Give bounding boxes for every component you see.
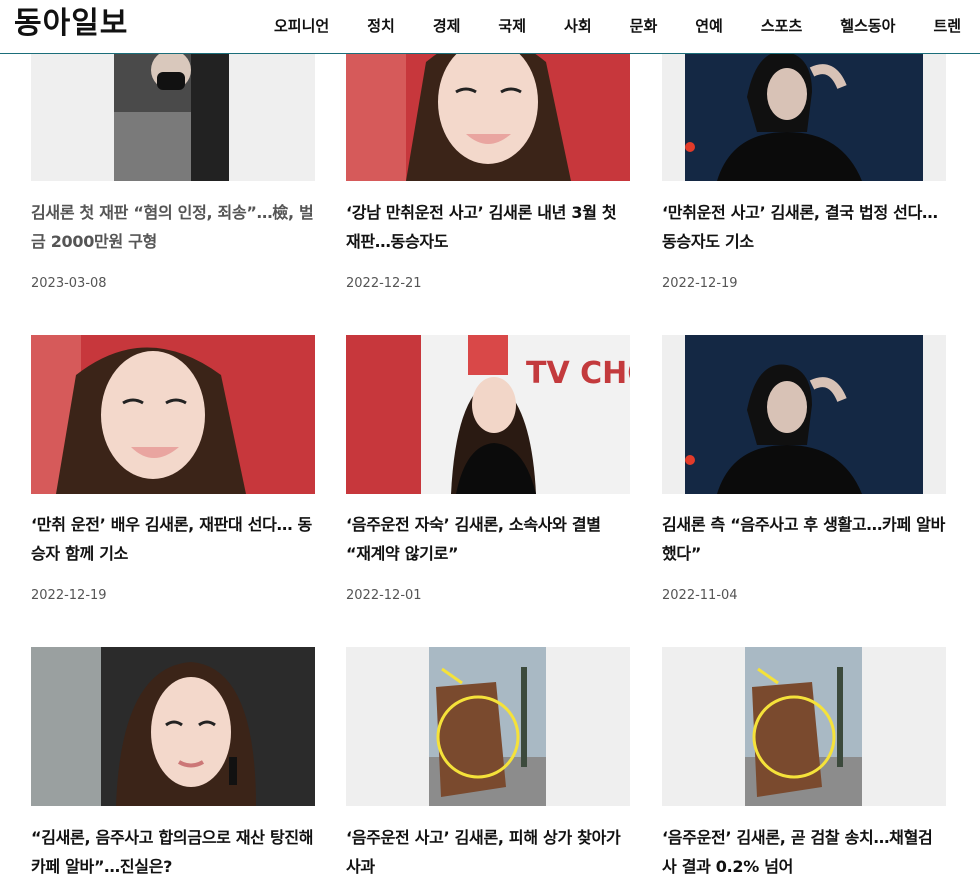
- nav-entertainment[interactable]: 연예: [695, 15, 723, 36]
- nav-sports[interactable]: 스포츠: [761, 15, 802, 36]
- article-title[interactable]: ‘음주운전’ 김새론, 곧 검찰 송치…채혈검사 결과 0.2% 넘어: [662, 823, 946, 881]
- article-thumbnail[interactable]: [346, 647, 630, 806]
- mask-icon: [157, 72, 185, 90]
- nav-opinion[interactable]: 오피니언: [274, 15, 329, 36]
- article-thumbnail[interactable]: [31, 647, 315, 806]
- article-date: 2023-03-08: [31, 276, 107, 291]
- tv-chosun-logo: TV CHOSU: [526, 356, 630, 391]
- article-title[interactable]: ‘만취 운전’ 배우 김새론, 재판대 선다… 동승자 함께 기소: [31, 510, 315, 568]
- article-date: 2022-12-21: [346, 276, 422, 291]
- article-title[interactable]: 김새론 첫 재판 “혐의 인정, 죄송”…檢, 벌금 2000만원 구형: [31, 198, 315, 256]
- article-date: 2022-12-01: [346, 588, 422, 603]
- article-thumbnail[interactable]: TV CHOSU: [346, 335, 630, 494]
- article-date: 2022-12-19: [662, 276, 738, 291]
- article-thumbnail[interactable]: [662, 647, 946, 806]
- article-date: 2022-12-19: [31, 588, 107, 603]
- article-title[interactable]: “김새론, 음주사고 합의금으로 재산 탕진해 카페 알바”…진실은?: [31, 823, 315, 881]
- article-thumbnail[interactable]: [662, 335, 946, 494]
- site-logo[interactable]: 동아일보: [14, 6, 128, 42]
- main-nav: 오피니언 정치 경제 국제 사회 문화 연예 스포츠 헬스동아 트렌: [255, 0, 980, 50]
- nav-international[interactable]: 국제: [498, 15, 526, 36]
- article-date: 2022-11-04: [662, 588, 738, 603]
- nav-trend[interactable]: 트렌: [933, 15, 961, 36]
- article-title[interactable]: 김새론 측 “음주사고 후 생활고…카페 알바했다”: [662, 510, 946, 568]
- site-header: 동아일보 오피니언 정치 경제 국제 사회 문화 연예 스포츠 헬스동아 트렌: [0, 0, 980, 54]
- nav-culture[interactable]: 문화: [630, 15, 658, 36]
- article-title[interactable]: ‘음주운전 자숙’ 김새론, 소속사와 결별 “재계약 않기로”: [346, 510, 630, 568]
- article-title[interactable]: ‘만취운전 사고’ 김새론, 결국 법정 선다…동승자도 기소: [662, 198, 946, 256]
- article-thumbnail[interactable]: [31, 335, 315, 494]
- nav-health[interactable]: 헬스동아: [840, 15, 895, 36]
- article-title[interactable]: ‘강남 만취운전 사고’ 김새론 내년 3월 첫 재판…동승자도: [346, 198, 630, 256]
- nav-society[interactable]: 사회: [564, 15, 592, 36]
- nav-politics[interactable]: 정치: [367, 15, 395, 36]
- article-title[interactable]: ‘음주운전 사고’ 김새론, 피해 상가 찾아가 사과: [346, 823, 630, 881]
- nav-economy[interactable]: 경제: [433, 15, 461, 36]
